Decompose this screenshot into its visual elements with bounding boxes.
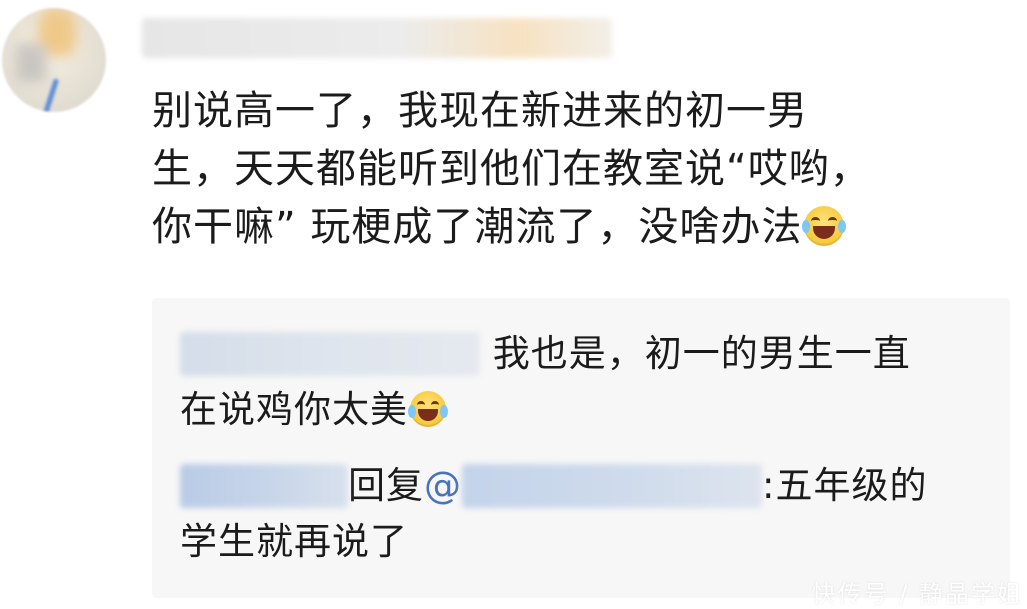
comment-line: 别说高一了，我现在新进来的初一男 [152,88,808,134]
avatar-blur-shape [41,78,60,112]
watermark: 快传号 / 静晶学姐 [811,580,1023,608]
reply-item: 我也是，初一的男生一直 在说鸡你太美 [180,326,911,438]
comment-line: 生，天天都能听到他们在教室说“哎哟， [152,146,871,192]
reply-text: :五年级的 [762,464,928,507]
reply-text: 我也是，初一的男生一直 [492,332,911,375]
mention-username-redacted[interactable] [462,464,762,508]
reply-section: 我也是，初一的男生一直 在说鸡你太美 回复@ :五年级的 学生就再说了 [152,298,1010,598]
reply-username-redacted[interactable] [180,332,480,376]
comment-body: 别说高一了，我现在新进来的初一男 生，天天都能听到他们在教室说“哎哟， 你干嘛”… [152,82,972,256]
mention-at-sign[interactable]: @ [424,464,462,507]
laughing-with-tears-icon [408,391,448,427]
laughing-with-tears-icon [802,206,847,246]
avatar-blur-shape [16,44,46,82]
username-redacted[interactable] [142,18,612,58]
reply-username-redacted[interactable] [180,464,348,508]
reply-text: 在说鸡你太美 [180,388,408,431]
comment-thread: 别说高一了，我现在新进来的初一男 生，天天都能听到他们在教室说“哎哟， 你干嘛”… [0,0,1027,609]
reply-verb: 回复 [348,464,424,507]
comment-line-with-emoji: 你干嘛” 玩梗成了潮流了，没啥办法 [152,198,972,256]
reply-text: 学生就再说了 [180,520,408,563]
comment-line-text: 你干嘛” 玩梗成了潮流了，没啥办法 [152,204,803,250]
avatar[interactable] [2,8,106,112]
reply-item: 回复@ :五年级的 学生就再说了 [180,458,927,570]
